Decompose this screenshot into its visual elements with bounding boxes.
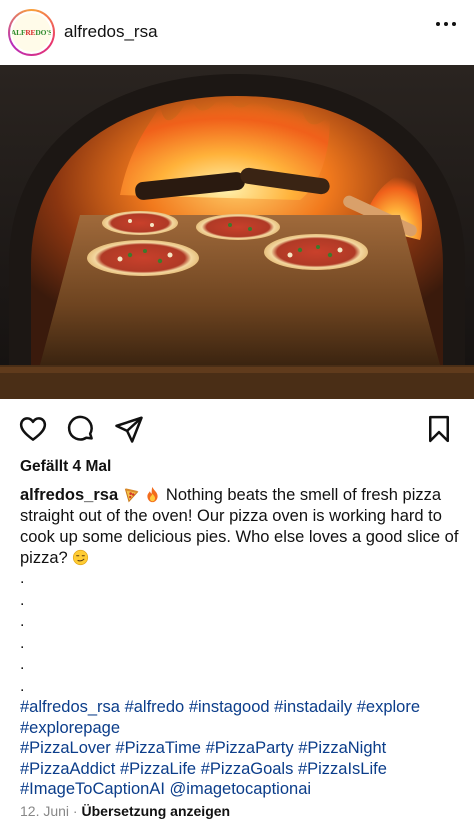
post-header: ALFREDO'S alfredos_rsa [0, 0, 474, 64]
hashtag-link[interactable]: #instadaily [274, 698, 352, 716]
bookmark-icon[interactable] [424, 414, 454, 444]
hashtag-link[interactable]: #explore [357, 698, 420, 716]
hashtag-link[interactable]: #alfredo [125, 698, 185, 716]
more-options-icon[interactable] [436, 22, 456, 26]
spacer-dot: . [20, 613, 25, 630]
mention-link[interactable]: @imagetocaptionai [170, 780, 312, 798]
post-caption: alfredos_rsa Nothing beats the smell of … [20, 485, 460, 569]
hashtag-line: #PizzaAddict #PizzaLife #PizzaGoals #Piz… [20, 759, 470, 780]
caption-spacer-dots: . . . . . . [20, 568, 24, 697]
footer-separator: · [69, 803, 82, 819]
post-photo[interactable] [0, 65, 474, 399]
post-date: 12. Juni [20, 803, 70, 819]
hashtag-link[interactable]: #PizzaTime [115, 739, 201, 757]
avatar[interactable]: ALFREDO'S [8, 9, 55, 56]
pizza-oven-illustration [0, 65, 474, 399]
post-username[interactable]: alfredos_rsa [64, 22, 158, 42]
fire-emoji-icon [147, 486, 158, 503]
caption-username[interactable]: alfredos_rsa [20, 486, 118, 504]
hashtag-link[interactable]: #PizzaNight [298, 739, 386, 757]
smirk-emoji-icon [73, 549, 89, 566]
see-translation-link[interactable]: Übersetzung anzeigen [82, 803, 231, 819]
hashtag-link[interactable]: #PizzaLover [20, 739, 111, 757]
hashtag-link[interactable]: #PizzaParty [206, 739, 294, 757]
hashtag-link[interactable]: #alfredos_rsa [20, 698, 120, 716]
action-bar [0, 408, 474, 448]
spacer-dot: . [20, 570, 25, 587]
likes-count[interactable]: Gefällt 4 Mal [20, 458, 111, 476]
spacer-dot: . [20, 677, 25, 695]
hashtag-link[interactable]: #PizzaAddict [20, 760, 115, 778]
hashtag-line: #explorepage [20, 718, 470, 739]
hashtag-link[interactable]: #instagood [189, 698, 270, 716]
hashtag-block: #alfredos_rsa #alfredo #instagood #insta… [20, 697, 470, 800]
avatar-logo-text: ALFREDO'S [10, 28, 53, 37]
hashtag-link[interactable]: #explorepage [20, 719, 120, 737]
send-icon[interactable] [114, 414, 144, 444]
hashtag-link[interactable]: #PizzaGoals [201, 760, 294, 778]
spacer-dot: . [20, 591, 25, 609]
hashtag-link[interactable]: #PizzaLife [120, 760, 196, 778]
post-footer: 12. Juni · Übersetzung anzeigen [20, 803, 230, 819]
spacer-dot: . [20, 634, 25, 652]
hashtag-link[interactable]: #ImageToCaptionAI [20, 780, 165, 798]
comment-icon[interactable] [66, 414, 96, 444]
hashtag-line: #ImageToCaptionAI @imagetocaptionai [20, 779, 470, 800]
hashtag-line: #alfredos_rsa #alfredo #instagood #insta… [20, 697, 470, 718]
heart-icon[interactable] [18, 414, 48, 444]
spacer-dot: . [20, 656, 25, 673]
hashtag-line: #PizzaLover #PizzaTime #PizzaParty #Pizz… [20, 738, 470, 759]
pizza-emoji-icon [124, 488, 139, 503]
hashtag-link[interactable]: #PizzaIsLife [298, 760, 387, 778]
